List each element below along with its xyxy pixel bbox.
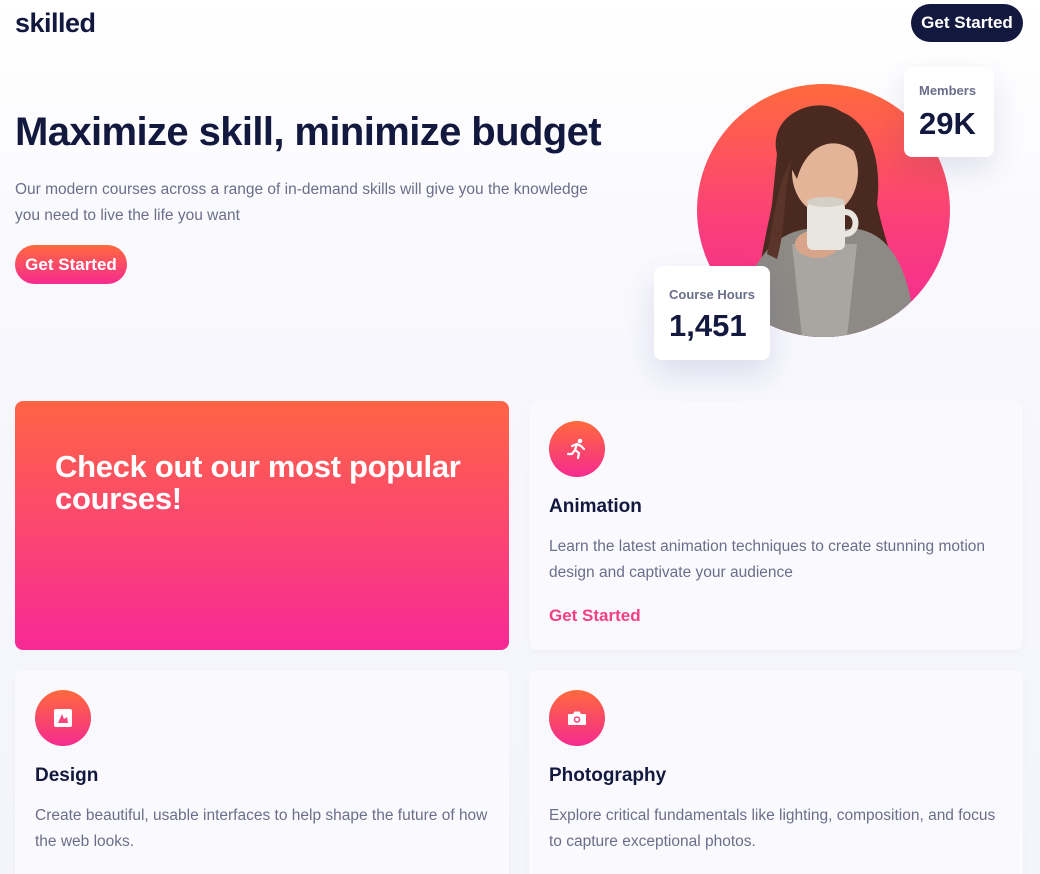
course-card-photography: Photography Explore critical fundamental… xyxy=(529,670,1023,874)
logo[interactable]: skilled xyxy=(15,8,96,39)
popular-courses-promo: Check out our most popular courses! xyxy=(15,401,509,650)
landing-page: skilled Get Started Maximize skill, mini… xyxy=(0,0,1040,874)
members-value: 29K xyxy=(919,106,976,141)
course-description: Explore critical fundamentals like light… xyxy=(549,807,996,850)
members-stat-card: Members 29K xyxy=(904,67,994,157)
hero-title: Maximize skill, minimize budget xyxy=(15,110,602,154)
members-label: Members xyxy=(919,83,977,98)
course-card-animation: Animation Learn the latest animation tec… xyxy=(529,401,1023,650)
course-hours-stat-card: Course Hours 1,451 xyxy=(654,266,770,360)
course-title: Design xyxy=(35,765,99,786)
course-title: Animation xyxy=(549,496,642,517)
course-hours-label: Course Hours xyxy=(669,287,755,302)
course-hours-value: 1,451 xyxy=(669,308,747,343)
running-person-icon xyxy=(549,421,605,477)
design-icon xyxy=(35,690,91,746)
hero-subtitle: Our modern courses across a range of in-… xyxy=(15,181,588,224)
animation-get-started-link[interactable]: Get Started xyxy=(549,606,641,626)
hero-get-started-button[interactable]: Get Started xyxy=(15,245,127,284)
camera-icon xyxy=(549,690,605,746)
course-description: Learn the latest animation techniques to… xyxy=(549,538,985,581)
course-card-design: Design Create beautiful, usable interfac… xyxy=(15,670,509,874)
course-title: Photography xyxy=(549,765,667,786)
promo-title: Check out our most popular courses! xyxy=(55,449,461,516)
header-get-started-button[interactable]: Get Started xyxy=(911,4,1023,42)
course-description: Create beautiful, usable interfaces to h… xyxy=(35,807,488,850)
